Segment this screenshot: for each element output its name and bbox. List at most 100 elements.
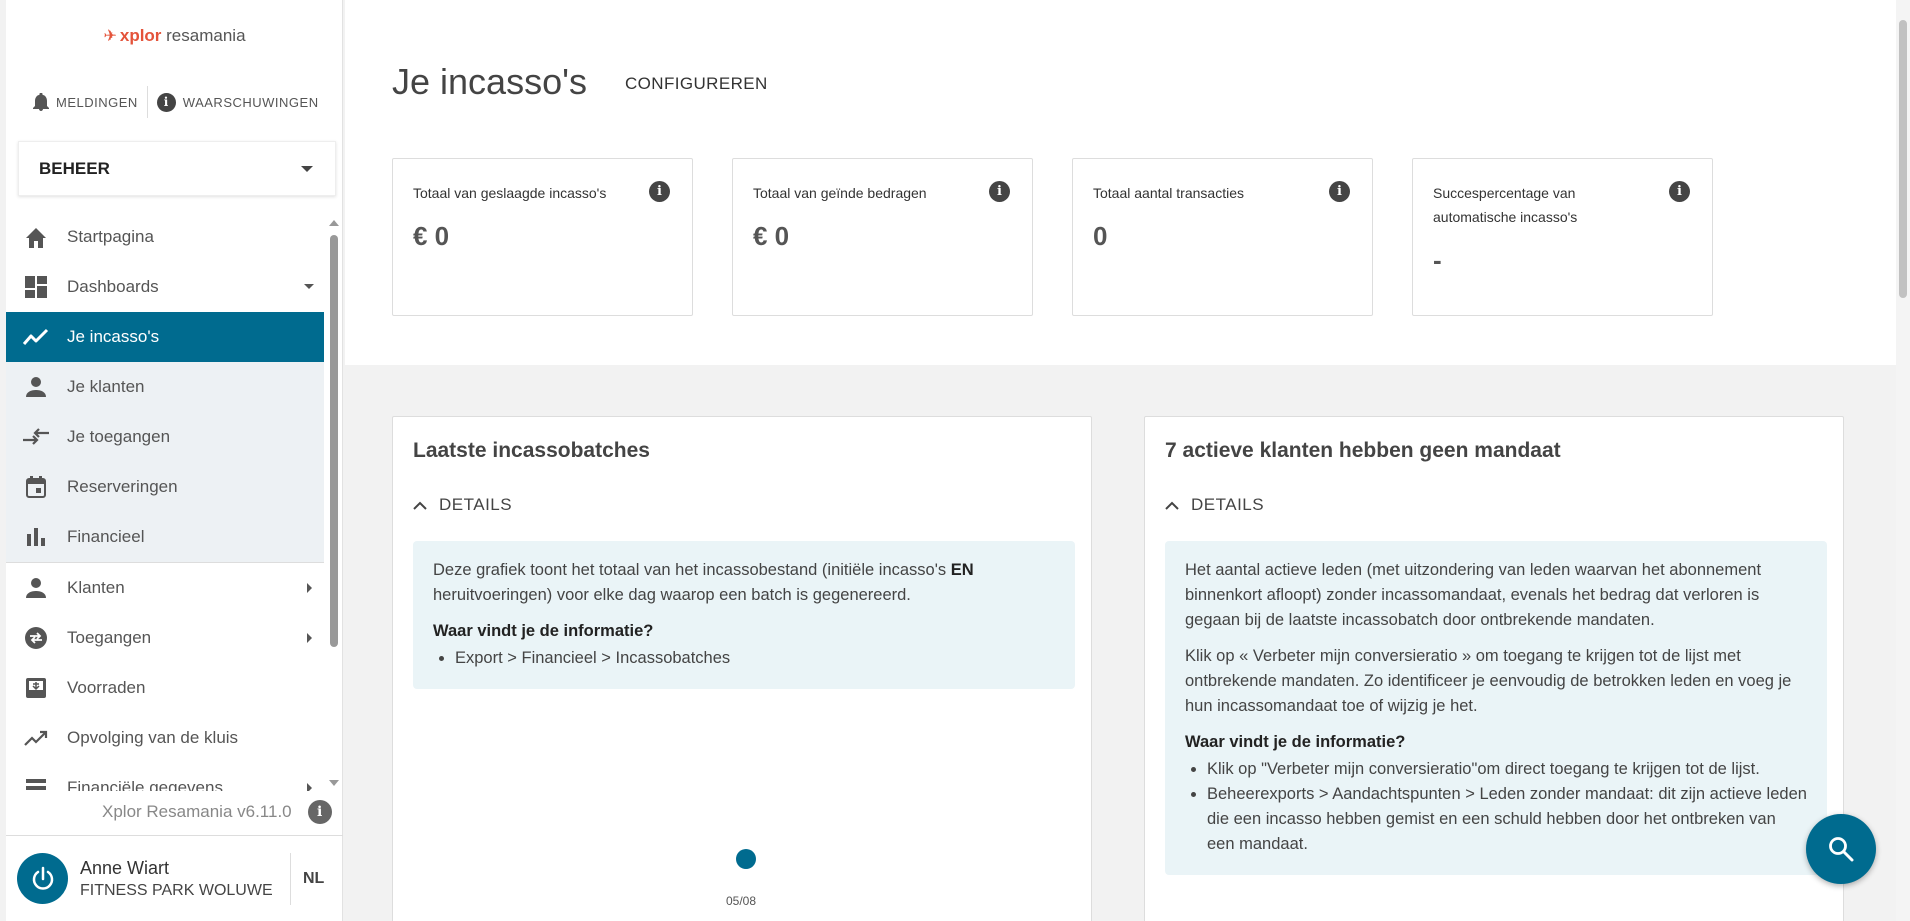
user-info: Anne Wiart FITNESS PARK WOLUWE [80,858,290,900]
sidebar-item-label: Reserveringen [67,477,178,496]
kpi-label: Totaal aantal transacties [1093,185,1244,201]
kpi-label: Totaal van geïnde bedragen [753,185,927,201]
sidebar-item-label: Financieel [67,527,145,546]
info-list: Klik op "Verbeter mijn conversieratio"om… [1185,757,1807,857]
details-label: DETAILS [1191,495,1265,514]
sidebar-item-incassos[interactable]: Je incasso's [6,312,324,362]
sidebar-item-dashboards[interactable]: Dashboards [6,262,324,312]
sidebar-item-label: Je incasso's [67,327,160,346]
caret-right-icon [307,783,312,791]
sidebar-scrollbar[interactable] [328,218,340,788]
rocket-icon: ✈ [103,28,117,45]
panel-title: Laatste incassobatches [413,439,650,462]
scrollbar-thumb[interactable] [1899,20,1907,298]
list-item: Klik op "Verbeter mijn conversieratio"om… [1207,757,1807,782]
sidebar-item-toegangen-sub[interactable]: Je toegangen [6,412,324,462]
sidebar-item-label: Je toegangen [67,427,171,446]
kpi-value: € 0 [753,221,790,251]
sidebar-item-financieel[interactable]: Financieel [6,512,324,562]
sidebar-item-label: Je klanten [67,377,145,396]
details-toggle[interactable]: DETAILS [1165,495,1264,515]
caret-down-icon [304,284,314,289]
info-icon[interactable]: i [649,181,670,202]
kpi-label: Totaal van geslaagde incasso's [413,185,607,201]
info-icon[interactable]: i [1669,181,1690,202]
sidebar-item-voorraden[interactable]: Voorraden [6,663,324,713]
info-icon[interactable]: i [1329,181,1350,202]
divider [290,852,291,905]
alerts-bar: MELDINGEN i WAARSCHUWINGEN [26,86,326,118]
notifications-button[interactable]: MELDINGEN [26,93,145,111]
home-icon [23,224,49,250]
details-label: DETAILS [439,495,513,514]
person-icon [23,575,49,601]
kpi-label: Succespercentage van automatische incass… [1433,185,1578,225]
inbox-icon [23,675,49,701]
panel-title: 7 actieve klanten hebben geen mandaat [1165,439,1561,462]
user-name: Anne Wiart [80,857,170,878]
details-toggle[interactable]: DETAILS [413,495,512,515]
chart-data-point[interactable] [736,849,756,869]
configure-button[interactable]: CONFIGUREREN [625,74,768,94]
kpi-value: - [1433,245,1442,275]
chevron-up-icon [1165,501,1179,510]
info-text: Klik op « Verbeter mijn conversieratio »… [1185,647,1792,715]
sidebar-item-kluis[interactable]: Opvolging van de kluis [6,713,324,763]
warnings-label: WAARSCHUWINGEN [182,94,319,110]
language-switch[interactable]: NL [303,870,324,888]
caret-right-icon [307,633,312,643]
info-question: Waar vindt je de informatie? [1185,733,1406,751]
sidebar-item-klanten[interactable]: Klanten [6,563,324,613]
trend-icon [23,324,49,350]
warnings-button[interactable]: i WAARSCHUWINGEN [150,92,326,112]
header-area: Je incasso's CONFIGUREREN Totaal van ges… [345,0,1896,365]
search-button[interactable] [1806,814,1876,884]
notifications-label: MELDINGEN [56,94,138,110]
info-list: Export > Financieel > Incassobatches [433,646,1055,671]
sidebar-item-label: Voorraden [67,678,146,697]
sidebar-item-reserveringen[interactable]: Reserveringen [6,462,324,512]
version-info: Xplor Resamania v6.11.0 i [102,800,332,824]
version-label: Xplor Resamania v6.11.0 [102,802,292,821]
scroll-up-icon[interactable] [329,220,339,226]
sidebar-item-label: Dashboards [67,277,159,296]
info-question: Waar vindt je de informatie? [433,622,654,640]
info-icon[interactable]: i [307,800,332,824]
kpi-card: Totaal van geïnde bedragen i € 0 [732,158,1033,316]
list-item: Export > Financieel > Incassobatches [455,646,1055,671]
search-icon [1829,837,1854,862]
chart-x-tick: 05/08 [726,894,757,908]
bell-icon [33,93,49,111]
kpi-value: 0 [1093,221,1108,251]
trending-up-icon [23,725,49,751]
mandates-panel: 7 actieve klanten hebben geen mandaat DE… [1144,416,1844,921]
caret-right-icon [307,583,312,593]
sidebar-item-toegangen[interactable]: Toegangen [6,613,324,663]
person-icon [23,374,49,400]
sidebar-item-label: Opvolging van de kluis [67,728,239,747]
caret-down-icon [301,165,313,172]
batches-panel: Laatste incassobatches DETAILS Deze graf… [392,416,1092,921]
info-icon: i [156,92,176,112]
dashboard-icon [23,274,49,300]
info-icon[interactable]: i [989,181,1010,202]
page-scrollbar[interactable] [1896,0,1910,921]
sidebar-item-financiele-gegevens[interactable]: Financiële gegevens [6,763,324,791]
sidebar: ✈ xplor resamania MELDINGEN i WAARSCHUWIN… [6,0,343,921]
user-panel: Anne Wiart FITNESS PARK WOLUWE NL [6,835,343,921]
user-club: FITNESS PARK WOLUWE [80,881,273,899]
app-logo[interactable]: ✈ xplor resamania [6,26,343,46]
logout-button[interactable] [17,853,68,904]
info-text: Deze grafiek toont het totaal van het in… [433,561,974,604]
scrollbar-thumb[interactable] [330,235,338,647]
page-title: Je incasso's [392,61,587,102]
main-content: Je incasso's CONFIGUREREN Totaal van ges… [345,0,1896,921]
kpi-value: € 0 [413,221,450,251]
scroll-down-icon[interactable] [329,780,339,786]
sidebar-item-startpagina[interactable]: Startpagina [6,212,324,262]
list-item: Beheerexports > Aandachtspunten > Leden … [1207,782,1807,857]
sidebar-item-label: Toegangen [67,628,152,647]
sidebar-item-klanten-sub[interactable]: Je klanten [6,362,324,412]
swap-circle-icon [23,625,49,651]
role-select[interactable]: BEHEER [18,141,336,196]
